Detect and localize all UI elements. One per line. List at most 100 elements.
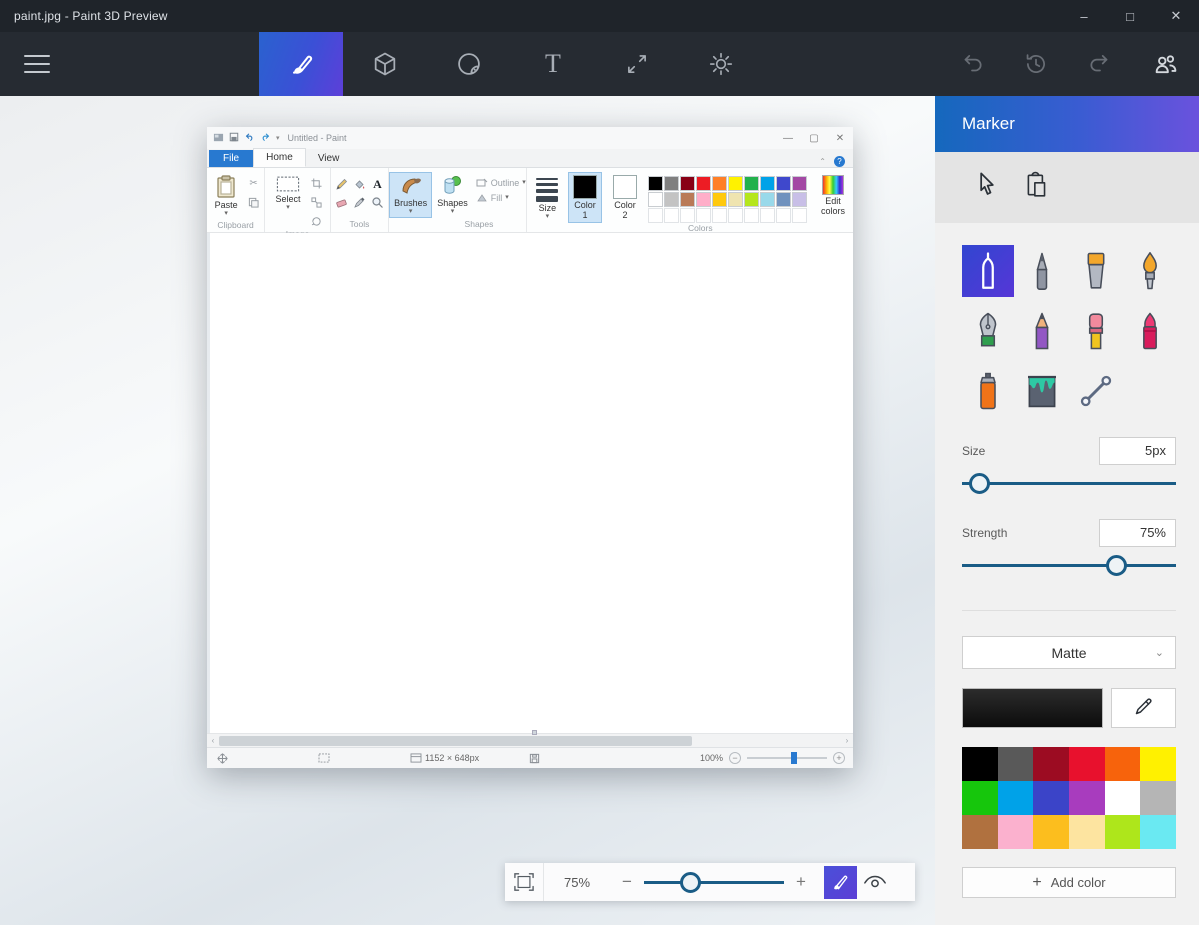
resize-icon[interactable] — [309, 194, 325, 210]
size-slider[interactable] — [962, 473, 1176, 494]
finish-dropdown[interactable]: Matte ⌄ — [962, 636, 1176, 669]
status-zoom-slider[interactable] — [747, 757, 827, 759]
3d-shapes-tool-button[interactable] — [343, 32, 427, 96]
color-swatch[interactable] — [1105, 815, 1141, 849]
tab-home[interactable]: Home — [253, 148, 306, 167]
color-swatch[interactable] — [776, 192, 791, 207]
brush-spray-can[interactable] — [962, 365, 1014, 417]
color-swatch[interactable] — [998, 815, 1034, 849]
ribbon-collapse-icon[interactable]: ⌃ — [819, 157, 826, 166]
canvas-resize-handle[interactable] — [532, 730, 537, 735]
color-swatch[interactable] — [728, 176, 743, 191]
crop-icon[interactable] — [309, 175, 325, 191]
color-swatch[interactable] — [664, 176, 679, 191]
color-picker-tool-icon[interactable] — [351, 194, 367, 210]
edit-colors-button[interactable]: Edit colors — [813, 172, 853, 219]
menu-icon[interactable] — [24, 48, 58, 80]
brush-eraser[interactable] — [1070, 305, 1122, 357]
collaborate-icon[interactable] — [1151, 49, 1181, 79]
size-button[interactable]: Size▾ — [531, 172, 563, 223]
color-swatch[interactable] — [760, 208, 775, 223]
zoom-slider-thumb[interactable] — [680, 872, 701, 893]
brushes-button[interactable]: Brushes▾ — [389, 172, 432, 218]
eyedropper-button[interactable] — [1111, 688, 1176, 728]
color-swatch[interactable] — [696, 208, 711, 223]
color-swatch[interactable] — [648, 176, 663, 191]
outline-dropdown[interactable]: Outline▾ — [476, 178, 526, 188]
color-swatch[interactable] — [1033, 815, 1069, 849]
color-swatch[interactable] — [744, 176, 759, 191]
color-swatch[interactable] — [760, 192, 775, 207]
size-input[interactable]: 5px — [1099, 437, 1176, 465]
color-swatch[interactable] — [792, 208, 807, 223]
brush-pen[interactable] — [1016, 245, 1068, 297]
paint-canvas[interactable] — [207, 233, 853, 733]
brush-calligraphy-pen[interactable] — [962, 305, 1014, 357]
stickers-tool-button[interactable] — [427, 32, 511, 96]
zoom-minus-button[interactable]: − — [610, 872, 644, 892]
minimize-button[interactable]: – — [1061, 0, 1107, 32]
tab-view[interactable]: View — [306, 150, 352, 167]
pencil-tool-icon[interactable] — [333, 176, 349, 192]
zoom-in-button[interactable]: + — [833, 752, 845, 764]
paint-close-button[interactable]: ✕ — [827, 133, 853, 144]
color-swatch[interactable] — [1140, 747, 1176, 781]
effects-tool-button[interactable] — [679, 32, 763, 96]
scrollbar-thumb[interactable] — [219, 736, 692, 746]
color-swatch[interactable] — [792, 176, 807, 191]
preview-eye-button[interactable] — [857, 866, 893, 899]
history-icon[interactable] — [1023, 51, 1049, 77]
text-tool-button[interactable]: T — [511, 32, 595, 96]
color-swatch[interactable] — [744, 192, 759, 207]
fill-dropdown[interactable]: Fill▾ — [476, 193, 526, 203]
fit-to-screen-button[interactable] — [505, 863, 543, 901]
brush-oil-brush[interactable] — [1124, 245, 1176, 297]
brush-crayon[interactable] — [1124, 305, 1176, 357]
color-swatch[interactable] — [712, 192, 727, 207]
zoom-out-button[interactable]: − — [729, 752, 741, 764]
color-swatch[interactable] — [696, 176, 711, 191]
color-swatch[interactable] — [648, 192, 663, 207]
scroll-left-icon[interactable]: ‹ — [207, 736, 219, 745]
strength-slider-thumb[interactable] — [1106, 555, 1127, 576]
brush-fill-bucket[interactable] — [1016, 365, 1068, 417]
marker-mode-button[interactable] — [824, 866, 857, 899]
copy-icon[interactable] — [246, 194, 262, 210]
redo-icon[interactable] — [1087, 51, 1113, 77]
color-swatch[interactable] — [664, 192, 679, 207]
color-swatch[interactable] — [998, 781, 1034, 815]
color1-button[interactable]: Color 1 — [568, 172, 602, 223]
zoom-plus-button[interactable]: + — [784, 872, 818, 892]
undo-small-icon[interactable] — [244, 132, 255, 144]
color-swatch[interactable] — [962, 815, 998, 849]
color-swatch[interactable] — [760, 176, 775, 191]
brushes-tool-button[interactable] — [259, 32, 343, 96]
color-swatch[interactable] — [962, 781, 998, 815]
color2-button[interactable]: Color 2 — [608, 172, 642, 223]
text-tool-icon[interactable]: A — [369, 176, 385, 192]
color-swatch[interactable] — [728, 208, 743, 223]
help-icon[interactable]: ? — [834, 156, 845, 167]
color-swatch[interactable] — [1033, 781, 1069, 815]
strength-slider[interactable] — [962, 555, 1176, 576]
color-swatch[interactable] — [1140, 815, 1176, 849]
paint-minimize-button[interactable]: — — [775, 133, 801, 144]
qat-dropdown-icon[interactable]: ▾ — [276, 134, 280, 142]
eraser-tool-icon[interactable] — [333, 194, 349, 210]
undo-icon[interactable] — [959, 51, 985, 77]
strength-input[interactable]: 75% — [1099, 519, 1176, 547]
color-swatch[interactable] — [1069, 815, 1105, 849]
current-color-swatch[interactable] — [962, 688, 1103, 728]
brush-pencil[interactable] — [1016, 305, 1068, 357]
color-swatch[interactable] — [664, 208, 679, 223]
close-button[interactable]: ✕ — [1153, 0, 1199, 32]
color-swatch[interactable] — [776, 176, 791, 191]
color-swatch[interactable] — [792, 192, 807, 207]
shapes-button[interactable]: Shapes▾ — [432, 172, 473, 218]
brush-flat-brush[interactable] — [1070, 245, 1122, 297]
color-swatch[interactable] — [998, 747, 1034, 781]
color-swatch[interactable] — [712, 208, 727, 223]
color-swatch[interactable] — [712, 176, 727, 191]
color-swatch[interactable] — [1140, 781, 1176, 815]
fill-tool-icon[interactable] — [351, 176, 367, 192]
